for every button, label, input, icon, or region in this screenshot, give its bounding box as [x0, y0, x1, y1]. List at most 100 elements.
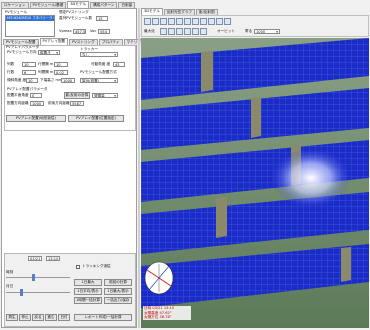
- maximize-label: 最大化: [144, 29, 155, 33]
- day-label: 月日: [6, 284, 14, 288]
- module-list-item[interactable]: HIT-N240SE10 フタバソーラー: [6, 16, 54, 21]
- zoom-select[interactable]: 1000: [254, 29, 280, 34]
- back-button[interactable]: 戻る: [32, 314, 44, 321]
- dist-x-label: 配置方向距離: [7, 101, 29, 105]
- place-terrain-button[interactable]: PVアレイ配置(地形追従): [6, 115, 66, 122]
- row-gap-label: 行間隔 m: [38, 62, 54, 66]
- rotate-icon[interactable]: [176, 28, 183, 35]
- movable-input[interactable]: 45: [113, 62, 125, 67]
- tab-array-layout[interactable]: PVアレイ配置: [39, 38, 69, 45]
- col-gap-input[interactable]: 0.02: [54, 70, 68, 75]
- view-front-icon[interactable]: [176, 18, 183, 25]
- splitter[interactable]: [138, 8, 140, 328]
- plane-angle-input[interactable]: 0: [30, 93, 42, 98]
- rows-input[interactable]: 6: [22, 70, 36, 75]
- pv-array: [141, 38, 369, 308]
- time-input[interactable]: 13:10: [46, 256, 60, 261]
- 3d-viewport[interactable]: 日時 03/21 13:10 太陽高度 47.62° 太陽方位 38.78°: [141, 38, 369, 328]
- dist-x-input[interactable]: 1000: [30, 101, 44, 106]
- blank-area: [4, 133, 136, 253]
- orbit-label: オービット: [217, 29, 235, 33]
- view-toolbar: 最大化 オービット 寄る 1000: [141, 15, 369, 37]
- track-label: トラッキング追従: [82, 264, 111, 268]
- orientation-select[interactable]: 縦置き: [38, 50, 60, 55]
- settings-icon[interactable]: [216, 18, 223, 25]
- grid-icon[interactable]: [160, 18, 167, 25]
- support-2: [251, 97, 261, 138]
- pan-icon[interactable]: [184, 28, 191, 35]
- hour-label: 時刻: [6, 270, 14, 274]
- view-tab-bar: 3Dモデル 反射光性グラフ 影/反射図: [141, 8, 241, 15]
- render-icon[interactable]: [208, 18, 215, 25]
- track-checkbox[interactable]: [76, 265, 80, 269]
- voc-input: 554: [98, 29, 110, 34]
- forward-button[interactable]: 進む: [45, 314, 57, 321]
- tab-3d-view[interactable]: 3Dモデル: [141, 8, 163, 15]
- series-input[interactable]: 15: [96, 16, 108, 21]
- tilt-label: 傾斜角度 度: [7, 78, 27, 82]
- zoom-in-icon[interactable]: [160, 28, 167, 35]
- string-header: 想定PVストリング: [59, 10, 89, 14]
- col-gap-label: 列間隔 m: [38, 70, 54, 74]
- dist-y-label: 前後方向距離: [48, 101, 70, 105]
- date-input[interactable]: 03/21: [28, 256, 42, 261]
- dist-y-input[interactable]: 5587: [70, 101, 84, 106]
- array-placement-section: PVアレイ配置パラメータ: [7, 87, 48, 91]
- sun-icon[interactable]: [192, 18, 199, 25]
- orientation-label: PVモジュール方向: [7, 50, 37, 54]
- main-tab-bar: ロケーション PVモジュール/基礎 3Dモデル 構成パターン 日射量: [1, 1, 146, 8]
- hour-slider-thumb[interactable]: [32, 274, 35, 281]
- module-list[interactable]: HIT-N240SE10 フタバソーラー: [5, 15, 55, 37]
- movable-label: 可動角度 度: [91, 62, 111, 66]
- date-button[interactable]: 日付: [58, 314, 70, 321]
- placement-label: PVモジュール配置方式: [80, 70, 117, 74]
- shadow-calc-button[interactable]: 影/反射の計算: [64, 92, 90, 99]
- day-slider-thumb[interactable]: [20, 289, 23, 296]
- plane-angle-label: 配置平面角度: [7, 93, 29, 97]
- voc-label: Voc: [90, 29, 97, 33]
- day-avg-button[interactable]: 1日平均/表示: [74, 288, 102, 295]
- day-slider[interactable]: [6, 292, 70, 293]
- support-5: [341, 247, 351, 282]
- tracker-select[interactable]: なし: [80, 52, 118, 57]
- fit-icon[interactable]: [192, 28, 199, 35]
- columns-label: 列数: [7, 62, 15, 66]
- place-position-button[interactable]: PVアレイ配置(位置指定): [68, 115, 124, 122]
- zoom-out-icon[interactable]: [168, 28, 175, 35]
- vpmax-label: Vpmax: [59, 29, 72, 33]
- yield-select[interactable]: 発電量: [92, 93, 118, 98]
- play-button[interactable]: 再生: [6, 314, 18, 321]
- hourly-calc-button[interactable]: 1時間一括計算: [74, 297, 102, 304]
- support-1: [201, 51, 213, 92]
- hour-slider[interactable]: [6, 277, 70, 278]
- overlay-azimuth: 太陽方位 38.78°: [144, 315, 172, 319]
- vpmax-input: 457.5: [73, 29, 86, 34]
- day-max-view-button[interactable]: 1日最大/表示: [104, 288, 132, 295]
- view-top-icon[interactable]: [168, 18, 175, 25]
- day-max-button[interactable]: 1日最大: [74, 279, 102, 286]
- tilt-input[interactable]: 10: [26, 78, 38, 83]
- row-gap-input[interactable]: 10: [54, 62, 68, 67]
- magnify-icon[interactable]: [200, 28, 207, 35]
- toolbar-row1: [144, 18, 232, 26]
- prev-calc-button[interactable]: 前回の計算: [104, 279, 132, 286]
- support-4: [216, 197, 227, 238]
- shadow-icon[interactable]: [200, 18, 207, 25]
- layer-icon[interactable]: [224, 18, 231, 25]
- report-button[interactable]: レポート作成/一括計算: [74, 314, 132, 321]
- sub-tab-bar: PVモジュール配置 PVアレイ配置 PVストリング プロパティ マテリアル: [3, 38, 148, 45]
- scene: [141, 38, 369, 328]
- sun-reflection: [271, 148, 351, 208]
- stop-button[interactable]: 停止: [19, 314, 31, 321]
- open-icon[interactable]: [144, 18, 151, 25]
- batch-save-button[interactable]: 一括出力/保存: [104, 297, 132, 304]
- height-input[interactable]: 1000: [61, 78, 75, 83]
- placement-select[interactable]: 架台(設置): [80, 78, 118, 83]
- height-label: 下端高さ mm: [40, 78, 63, 82]
- view-side-icon[interactable]: [184, 18, 191, 25]
- columns-input[interactable]: 10: [22, 62, 36, 67]
- rows-label: 行数: [7, 70, 15, 74]
- tab-3d-model[interactable]: 3Dモデル: [67, 1, 90, 8]
- save-icon[interactable]: [152, 18, 159, 25]
- zoom-label: 寄る: [245, 29, 253, 33]
